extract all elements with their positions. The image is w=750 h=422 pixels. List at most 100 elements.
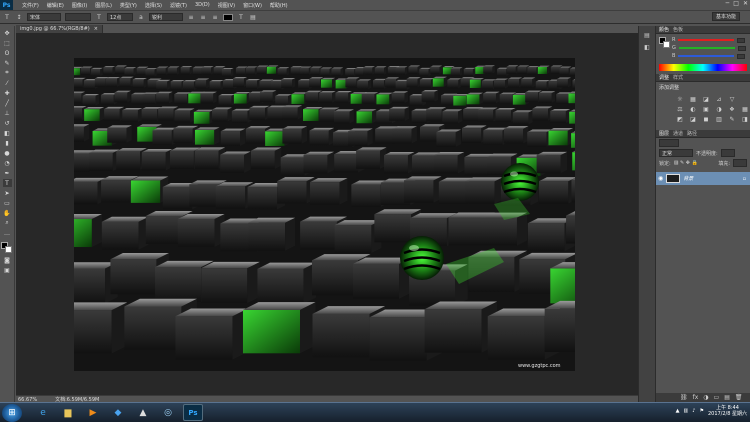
- menu-view[interactable]: 视图(V): [214, 2, 239, 9]
- history-panel-icon[interactable]: ▤: [643, 32, 652, 40]
- adjustment-icon-0[interactable]: ☼: [676, 96, 684, 103]
- menu-type[interactable]: 类型(Y): [116, 2, 141, 9]
- adjustment-icon-17[interactable]: ◨: [741, 116, 749, 123]
- new-layer-icon[interactable]: ▤: [724, 394, 730, 401]
- dodge-tool-icon[interactable]: ◔: [3, 159, 12, 167]
- pen-tool-icon[interactable]: ✒: [3, 169, 12, 177]
- layer-row-background[interactable]: ◉ 背景 ▫: [656, 172, 750, 185]
- minimize-button[interactable]: ─: [726, 0, 730, 7]
- tab-paths[interactable]: 路径: [687, 130, 697, 137]
- menu-3d[interactable]: 3D(D): [191, 2, 214, 8]
- adjustment-icon-9[interactable]: ◑: [715, 106, 723, 113]
- red-slider[interactable]: [678, 39, 735, 41]
- properties-panel-icon[interactable]: ◧: [643, 44, 652, 52]
- adjustment-icon-13[interactable]: ◪: [689, 116, 697, 123]
- close-tab-icon[interactable]: ×: [94, 26, 98, 32]
- workspace-select[interactable]: 基本功能: [711, 12, 740, 21]
- tab-layers[interactable]: 图层: [659, 130, 669, 137]
- layer-style-icon[interactable]: fx: [693, 394, 699, 401]
- opacity-field[interactable]: [720, 149, 735, 157]
- taskbar-app-cat-icon[interactable]: ▲: [133, 404, 153, 421]
- adjustment-icon-10[interactable]: ❖: [728, 106, 736, 113]
- menu-edit[interactable]: 编辑(E): [43, 2, 68, 9]
- menu-layer[interactable]: 图层(L): [91, 2, 116, 9]
- adjustment-icon-2[interactable]: ◪: [702, 96, 710, 103]
- menu-select[interactable]: 选择(S): [141, 2, 166, 9]
- green-slider[interactable]: [678, 47, 735, 49]
- adjustment-icon-1[interactable]: ▦: [689, 96, 697, 103]
- adjustment-icon-12[interactable]: ◩: [676, 116, 684, 123]
- lock-icons[interactable]: ▨ ✎ ✥ 🔒: [674, 160, 698, 166]
- start-button[interactable]: ⊞: [2, 403, 22, 422]
- taskbar-ie-icon[interactable]: e: [33, 404, 53, 421]
- taskbar-photoshop-icon[interactable]: Ps: [183, 404, 203, 421]
- tab-channels[interactable]: 通道: [673, 130, 683, 137]
- quick-select-tool-icon[interactable]: ✎: [3, 59, 12, 67]
- crop-tool-icon[interactable]: ⌗: [3, 69, 12, 77]
- antialias-select[interactable]: 锐利: [149, 13, 183, 21]
- marquee-tool-icon[interactable]: ⬚: [3, 39, 12, 47]
- link-layers-icon[interactable]: ⛓: [680, 394, 688, 401]
- adjustment-icon-7[interactable]: ◐: [689, 106, 697, 113]
- menu-window[interactable]: 窗口(W): [239, 2, 266, 9]
- eraser-tool-icon[interactable]: ◧: [3, 129, 12, 137]
- adjustment-icon-3[interactable]: ⊿: [715, 96, 723, 103]
- type-tool-icon[interactable]: T: [2, 179, 12, 187]
- color-swatches[interactable]: [1, 242, 13, 254]
- eye-icon[interactable]: ◉: [658, 175, 663, 182]
- adjustment-layer-icon[interactable]: ◑: [703, 394, 708, 401]
- menu-filter[interactable]: 滤镜(T): [166, 2, 191, 9]
- fill-field[interactable]: [733, 159, 747, 167]
- align-left-icon[interactable]: ≡: [187, 13, 195, 21]
- trash-icon[interactable]: 🗑: [735, 394, 743, 401]
- taskbar-explorer-icon[interactable]: ▆: [58, 404, 78, 421]
- blur-tool-icon[interactable]: ●: [3, 149, 12, 157]
- maximize-button[interactable]: □: [733, 0, 739, 7]
- adjustment-icon-8[interactable]: ▣: [702, 106, 710, 113]
- adjustment-icon-14[interactable]: ◼: [702, 116, 710, 123]
- move-tool-icon[interactable]: ✥: [3, 29, 12, 37]
- brush-tool-icon[interactable]: ╱: [3, 99, 12, 107]
- flag-icon[interactable]: ⚑: [699, 408, 703, 414]
- document-canvas[interactable]: www.gzgtpc.com: [74, 58, 575, 371]
- tab-styles[interactable]: 样式: [673, 74, 683, 81]
- volume-icon[interactable]: ♪: [692, 408, 695, 414]
- quick-mask-icon[interactable]: ◙: [3, 256, 12, 264]
- close-button[interactable]: ✕: [743, 0, 748, 7]
- taskbar-app-blue-icon[interactable]: ◆: [108, 404, 128, 421]
- text-color-swatch[interactable]: [223, 13, 233, 21]
- adjustment-icon-6[interactable]: ⚖: [676, 106, 684, 113]
- history-brush-icon[interactable]: ↺: [3, 119, 12, 127]
- green-value[interactable]: [737, 45, 746, 51]
- path-select-tool-icon[interactable]: ➤: [3, 189, 12, 197]
- blend-mode-select[interactable]: 正常: [659, 149, 693, 157]
- menu-help[interactable]: 帮助(H): [266, 2, 292, 9]
- mask-icon[interactable]: ▭: [714, 394, 720, 401]
- adjustment-icon-15[interactable]: ▥: [715, 116, 723, 123]
- font-size-select[interactable]: 12点: [107, 13, 133, 21]
- lasso-tool-icon[interactable]: ʘ: [3, 49, 12, 57]
- adjustment-icon-4[interactable]: ▽: [728, 96, 736, 103]
- blue-value[interactable]: [737, 53, 746, 59]
- taskbar-app-globe-icon[interactable]: ◎: [158, 404, 178, 421]
- shape-tool-icon[interactable]: ▭: [3, 199, 12, 207]
- screen-mode-icon[interactable]: ▣: [3, 266, 12, 274]
- font-family-select[interactable]: 宋体: [27, 13, 61, 21]
- type-tool-icon[interactable]: T: [3, 13, 11, 21]
- align-right-icon[interactable]: ≡: [211, 13, 219, 21]
- blue-slider[interactable]: [678, 55, 735, 57]
- adjustment-icon-11[interactable]: ▦: [741, 106, 749, 113]
- orientation-icon[interactable]: ↕: [15, 13, 23, 21]
- tab-swatches[interactable]: 色板: [673, 26, 683, 33]
- healing-tool-icon[interactable]: ✚: [3, 89, 12, 97]
- layer-filter-select[interactable]: [659, 139, 679, 147]
- gradient-tool-icon[interactable]: ▮: [3, 139, 12, 147]
- menu-file[interactable]: 文件(F): [18, 2, 43, 9]
- taskbar-media-icon[interactable]: ▶: [83, 404, 103, 421]
- hand-tool-icon[interactable]: ✋: [3, 209, 12, 217]
- canvas-workspace[interactable]: www.gzgtpc.com: [16, 33, 638, 395]
- clock[interactable]: 上午 8:44 2017/2/8 星期六: [708, 405, 747, 417]
- network-icon[interactable]: ▥: [684, 408, 689, 414]
- tray-expand-icon[interactable]: ▲: [676, 408, 680, 414]
- eyedropper-tool-icon[interactable]: ⁄: [3, 79, 12, 87]
